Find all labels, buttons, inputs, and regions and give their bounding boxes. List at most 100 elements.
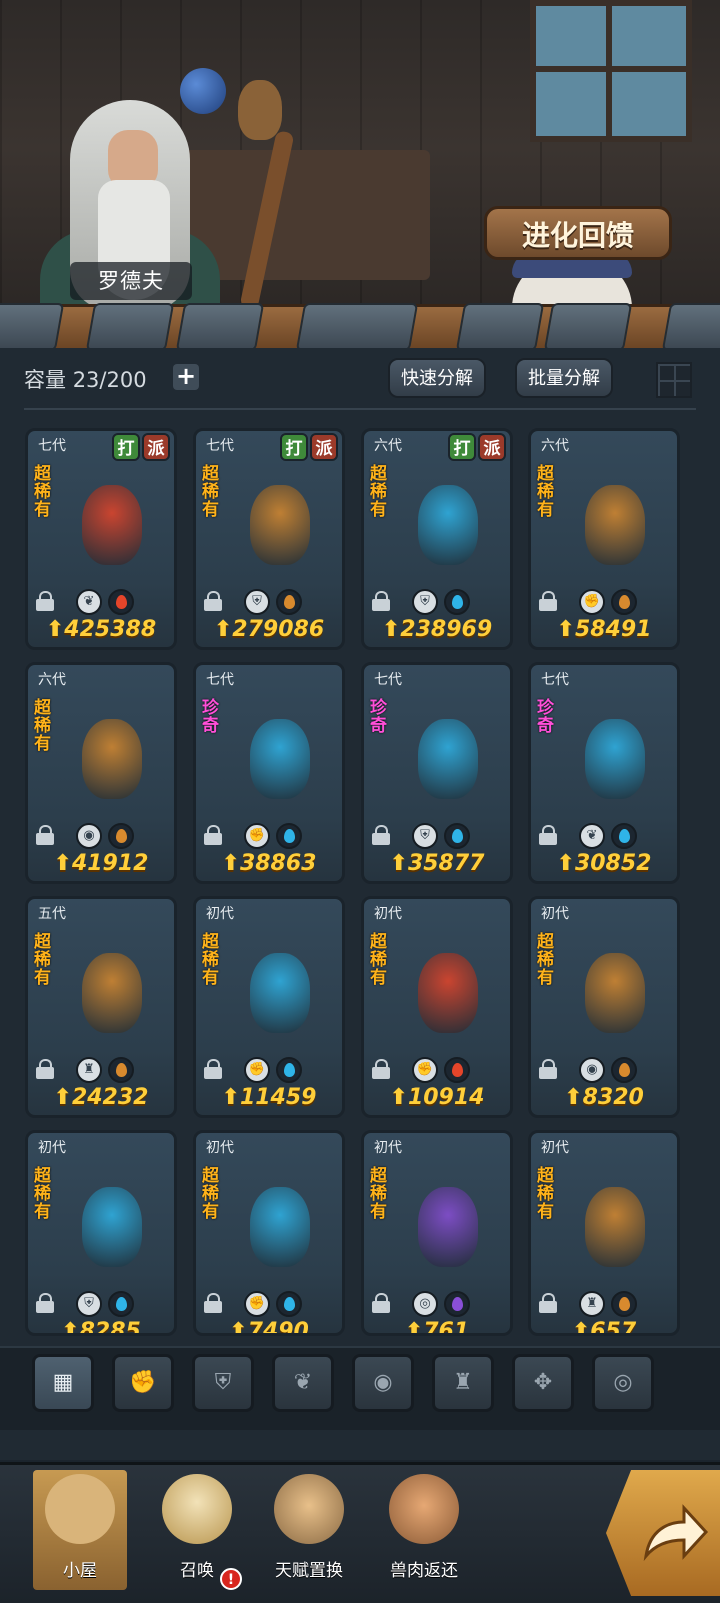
lock-icon[interactable]	[36, 1293, 54, 1313]
lock-icon[interactable]	[204, 825, 222, 845]
creature-silhouette	[418, 485, 478, 565]
earth-element-icon	[611, 1291, 637, 1317]
generation-label: 六代	[38, 672, 66, 688]
monster-art	[396, 923, 500, 1053]
water-element-icon	[276, 1057, 302, 1083]
monster-card[interactable]: 初代 超稀有 ✊ ⬆10914	[361, 896, 513, 1118]
lock-icon[interactable]	[204, 591, 222, 611]
power-value: ⬆279086	[213, 617, 325, 642]
power-number: 24232	[71, 1085, 149, 1110]
batch-decompose-button[interactable]: 批量分解	[515, 358, 613, 398]
monster-card[interactable]: 初代 超稀有 ⛨ ⬆8285	[25, 1130, 177, 1336]
power-number: 425388	[64, 617, 157, 642]
monster-card[interactable]: 六代 超稀有 ✊ ⬆58491	[528, 428, 680, 650]
lock-icon[interactable]	[539, 1059, 557, 1079]
power-number: 761	[423, 1319, 470, 1336]
tower-class-icon: ♜	[76, 1057, 102, 1083]
monster-card[interactable]: 初代 超稀有 ◉ ⬆8320	[528, 896, 680, 1118]
power-value: ⬆41912	[53, 851, 149, 876]
filter-tab-all-icon[interactable]: ▦	[32, 1354, 94, 1412]
evolve-feedback-button[interactable]: 进化回馈	[484, 206, 672, 260]
power-number: 238969	[400, 617, 493, 642]
expand-capacity-button[interactable]: +	[173, 364, 199, 390]
lock-icon[interactable]	[539, 825, 557, 845]
monster-card[interactable]: 初代 超稀有 ◎ ⬆761	[361, 1130, 513, 1336]
power-number: 11459	[239, 1085, 317, 1110]
power-value: ⬆8285	[28, 1319, 174, 1333]
filter-tab-plant-icon[interactable]: ❦	[272, 1354, 334, 1412]
power-value: ⬆10914	[389, 1085, 485, 1110]
lock-icon[interactable]	[36, 1059, 54, 1079]
lock-icon[interactable]	[372, 591, 390, 611]
grid-view-icon[interactable]	[656, 362, 692, 398]
lock-icon[interactable]	[204, 1059, 222, 1079]
nav-hut[interactable]: 小屋	[33, 1470, 127, 1590]
monster-art	[563, 689, 667, 819]
monster-card[interactable]: 七代 珍奇 ❦ ⬆30852	[528, 662, 680, 884]
filter-tab-fist-icon[interactable]: ✊	[112, 1354, 174, 1412]
lock-icon[interactable]	[36, 825, 54, 845]
monster-art	[60, 689, 164, 819]
monster-card[interactable]: 初代 超稀有 ✊ ⬆7490	[193, 1130, 345, 1336]
rarity-label: 超稀有	[202, 464, 219, 520]
lock-icon[interactable]	[372, 825, 390, 845]
filter-tab-crosshair-icon[interactable]: ✥	[512, 1354, 574, 1412]
quick-decompose-button[interactable]: 快速分解	[388, 358, 486, 398]
generation-label: 七代	[206, 672, 234, 688]
monster-card[interactable]: 七代打派超稀有 ⛨ ⬆279086	[193, 428, 345, 650]
monster-card[interactable]: 初代 超稀有 ✊ ⬆11459	[193, 896, 345, 1118]
monster-card[interactable]: 六代 超稀有 ◉ ⬆41912	[25, 662, 177, 884]
lock-icon[interactable]	[372, 1293, 390, 1313]
power-number: 38863	[239, 851, 317, 876]
rarity-label: 珍奇	[202, 698, 219, 736]
filter-tab-eye-icon[interactable]: ◎	[592, 1354, 654, 1412]
lock-icon[interactable]	[539, 1293, 557, 1313]
filter-tab-spirit-icon[interactable]: ◉	[352, 1354, 414, 1412]
creature-silhouette	[418, 1187, 478, 1267]
creature-silhouette	[585, 485, 645, 565]
monster-card[interactable]: 七代 珍奇 ✊ ⬆38863	[193, 662, 345, 884]
nav-hut-label: 小屋	[63, 1561, 97, 1581]
owl	[238, 80, 282, 140]
earth-element-icon	[611, 1057, 637, 1083]
filter-tab-shield-icon[interactable]: ⛨	[192, 1354, 254, 1412]
rarity-label: 超稀有	[34, 1166, 51, 1222]
arrow-icon	[643, 1504, 709, 1562]
generation-label: 初代	[374, 1140, 402, 1156]
lock-icon[interactable]	[36, 591, 54, 611]
nav-meat-return[interactable]: 兽肉返还	[377, 1470, 471, 1590]
nav-talent-swap-label: 天赋置换	[275, 1561, 343, 1581]
rarity-label: 珍奇	[537, 698, 554, 736]
earth-element-icon	[108, 823, 134, 849]
lock-icon[interactable]	[204, 1293, 222, 1313]
monster-card[interactable]: 七代打派超稀有 ❦ ⬆425388	[25, 428, 177, 650]
power-value: ⬆24232	[53, 1085, 149, 1110]
filter-tab-tower-icon[interactable]: ♜	[432, 1354, 494, 1412]
monster-art	[563, 455, 667, 585]
monster-art	[563, 923, 667, 1053]
monster-art	[228, 689, 332, 819]
power-value: ⬆58491	[556, 617, 652, 642]
power-value: ⬆38863	[221, 851, 317, 876]
capacity-label: 容量	[24, 368, 66, 392]
fire-element-icon	[444, 1057, 470, 1083]
shield-class-icon: ⛨	[412, 589, 438, 615]
generation-label: 七代	[206, 438, 234, 454]
nav-talent-swap[interactable]: 天赋置换	[262, 1470, 356, 1590]
monster-card[interactable]: 七代 珍奇 ⛨ ⬆35877	[361, 662, 513, 884]
creature-silhouette	[82, 719, 142, 799]
monster-card[interactable]: 五代 超稀有 ♜ ⬆24232	[25, 896, 177, 1118]
monster-art	[396, 455, 500, 585]
monster-card[interactable]: 六代打派超稀有 ⛨ ⬆238969	[361, 428, 513, 650]
rarity-label: 超稀有	[34, 698, 51, 754]
power-value: ⬆8320	[564, 1085, 644, 1110]
power-value: ⬆35877	[389, 851, 485, 876]
lock-icon[interactable]	[539, 591, 557, 611]
fist-icon	[274, 1474, 344, 1544]
water-element-icon	[611, 823, 637, 849]
creature-silhouette	[585, 1187, 645, 1267]
generation-label: 六代	[374, 438, 402, 454]
power-number: 30852	[574, 851, 652, 876]
monster-card[interactable]: 初代 超稀有 ♜ ⬆657	[528, 1130, 680, 1336]
lock-icon[interactable]	[372, 1059, 390, 1079]
